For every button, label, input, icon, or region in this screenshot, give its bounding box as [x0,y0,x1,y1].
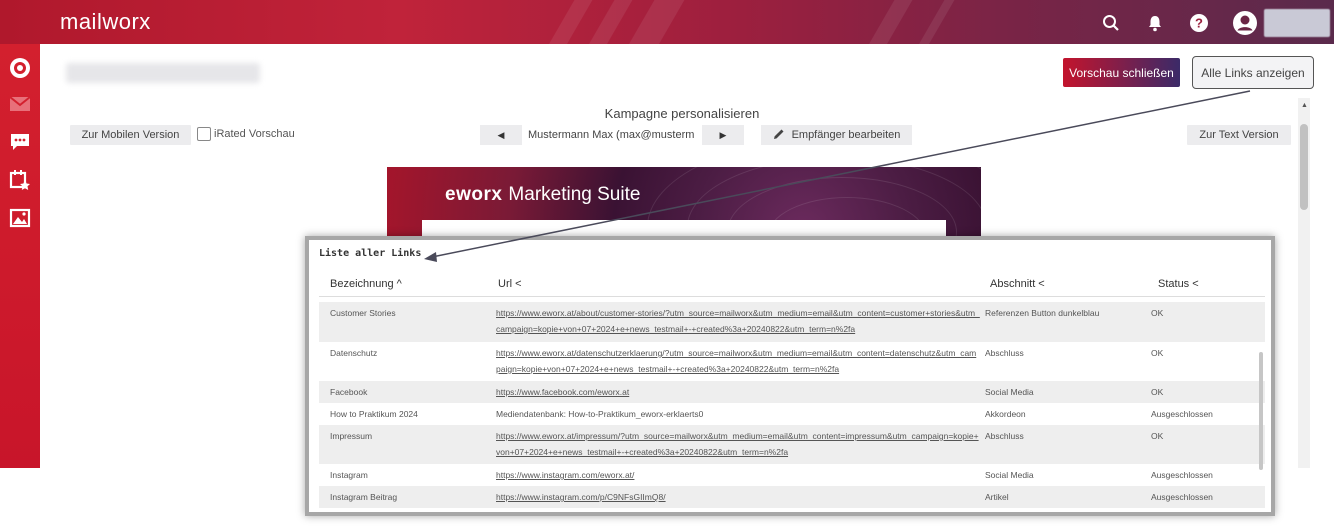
row-name: Facebook [330,387,368,397]
row-section: Social Media [985,470,1034,480]
row-section: Abschluss [985,348,1024,358]
row-name: Impressum [330,431,373,441]
row-section: Referenzen Button dunkelblau [985,308,1100,318]
user-name-blurred[interactable] [1264,9,1330,37]
row-status: OK [1151,431,1164,441]
column-header-status[interactable]: Status < [1158,278,1199,290]
table-row: Customer Stories https://www.eworx.at/ab… [319,302,1265,342]
search-icon[interactable] [1100,12,1122,34]
pencil-icon [773,128,785,143]
edit-recipient-label: Empfänger bearbeiten [791,129,901,141]
table-row: Facebook https://www.facebook.com/eworx.… [319,381,1265,403]
row-status: Ausgeschlossen [1151,470,1213,480]
campaign-title: Kampagne personalisieren [604,106,760,121]
edit-recipient-button[interactable]: Empfänger bearbeiten [761,125,912,145]
table-row: Instagram https://www.instagram.com/ewor… [319,464,1265,486]
brand-logo[interactable]: mailworx [60,9,151,35]
mobile-version-button[interactable]: Zur Mobilen Version [70,125,191,145]
scrollbar-thumb[interactable] [1300,124,1308,210]
row-section: Akkordeon [985,409,1026,419]
table-row: Datenschutz https://www.eworx.at/datensc… [319,342,1265,381]
help-icon[interactable]: ? [1188,12,1210,34]
show-all-links-button[interactable]: Alle Links anzeigen [1192,56,1314,89]
row-name: How to Praktikum 2024 [330,409,418,419]
row-name: Instagram [330,470,368,480]
table-row: Instagram Beitrag https://www.instagram.… [319,486,1265,508]
top-bar: mailworx ? [0,0,1334,44]
recipient-value[interactable]: Mustermann Max (max@musterm [522,125,702,145]
preview-logo-rest: Marketing Suite [508,184,641,205]
links-table-header: Bezeichnung ^ Url < Abschnitt < Status < [319,273,1265,297]
row-section: Abschluss [985,431,1024,441]
column-header-section[interactable]: Abschnitt < [990,278,1045,290]
preview-logo: eworx Marketing Suite [445,184,640,206]
next-recipient-button[interactable]: ▶ [702,125,744,145]
scroll-up-icon[interactable]: ▲ [1301,102,1308,109]
close-preview-button[interactable]: Vorschau schließen [1063,58,1180,87]
row-section: Social Media [985,387,1034,397]
row-url-link[interactable]: https://www.instagram.com/eworx.at/ [496,470,634,480]
row-url-text: Mediendatenbank: How-to-Praktikum_eworx-… [496,409,704,419]
irated-checkbox[interactable] [197,127,211,141]
row-status: OK [1151,308,1164,318]
row-url-link[interactable]: https://www.eworx.at/about/customer-stor… [496,308,980,334]
irated-label: iRated Vorschau [214,128,295,140]
row-status: OK [1151,387,1164,397]
row-name: Datenschutz [330,348,378,358]
row-status: Ausgeschlossen [1151,409,1213,419]
table-row: How to Praktikum 2024 Mediendatenbank: H… [319,403,1265,425]
row-name: Customer Stories [330,308,396,318]
row-url-link[interactable]: https://www.eworx.at/impressum/?utm_sour… [496,431,979,457]
chat-icon[interactable] [8,130,32,154]
links-list-panel: Liste aller Links Bezeichnung ^ Url < Ab… [309,240,1271,512]
bell-icon[interactable] [1144,12,1166,34]
row-status: OK [1151,348,1164,358]
links-panel-scrollbar[interactable] [1259,352,1263,470]
logo-icon[interactable] [8,56,32,80]
preview-logo-word: eworx [445,184,503,205]
page-scrollbar[interactable]: ▲ [1298,98,1310,468]
image-icon[interactable] [8,206,32,230]
text-version-button[interactable]: Zur Text Version [1187,125,1291,145]
campaign-name-blurred [66,63,260,83]
svg-text:?: ? [1195,16,1203,31]
row-name: Instagram Beitrag [330,492,398,502]
user-icon[interactable] [1232,10,1258,36]
links-panel-title: Liste aller Links [319,248,422,259]
recipient-selector: ◀ Mustermann Max (max@musterm ▶ [480,125,744,145]
links-table-body: Customer Stories https://www.eworx.at/ab… [319,302,1265,508]
column-header-name[interactable]: Bezeichnung ^ [330,278,402,290]
column-header-url[interactable]: Url < [498,278,522,290]
row-url-link[interactable]: https://www.eworx.at/datenschutzerklaeru… [496,348,976,374]
row-url-link[interactable]: https://www.facebook.com/eworx.at [496,387,629,397]
calendar-star-icon[interactable] [8,168,32,192]
previous-recipient-button[interactable]: ◀ [480,125,522,145]
row-section: Artikel [985,492,1009,502]
row-url-link[interactable]: https://www.instagram.com/p/C9NFsGIImQ8/ [496,492,666,502]
row-status: Ausgeschlossen [1151,492,1213,502]
table-row: Impressum https://www.eworx.at/impressum… [319,425,1265,464]
